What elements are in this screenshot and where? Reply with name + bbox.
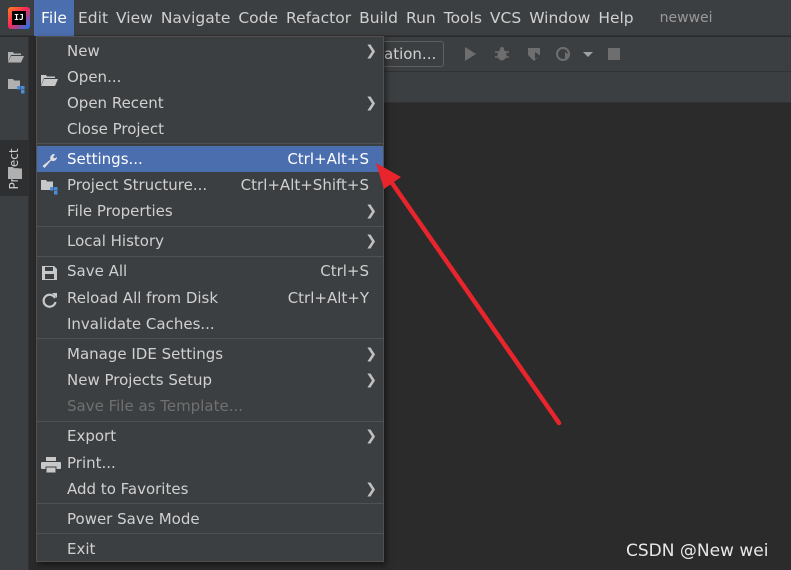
annotation-arrow — [376, 163, 562, 426]
watermark: CSDN @New wei — [626, 541, 769, 561]
